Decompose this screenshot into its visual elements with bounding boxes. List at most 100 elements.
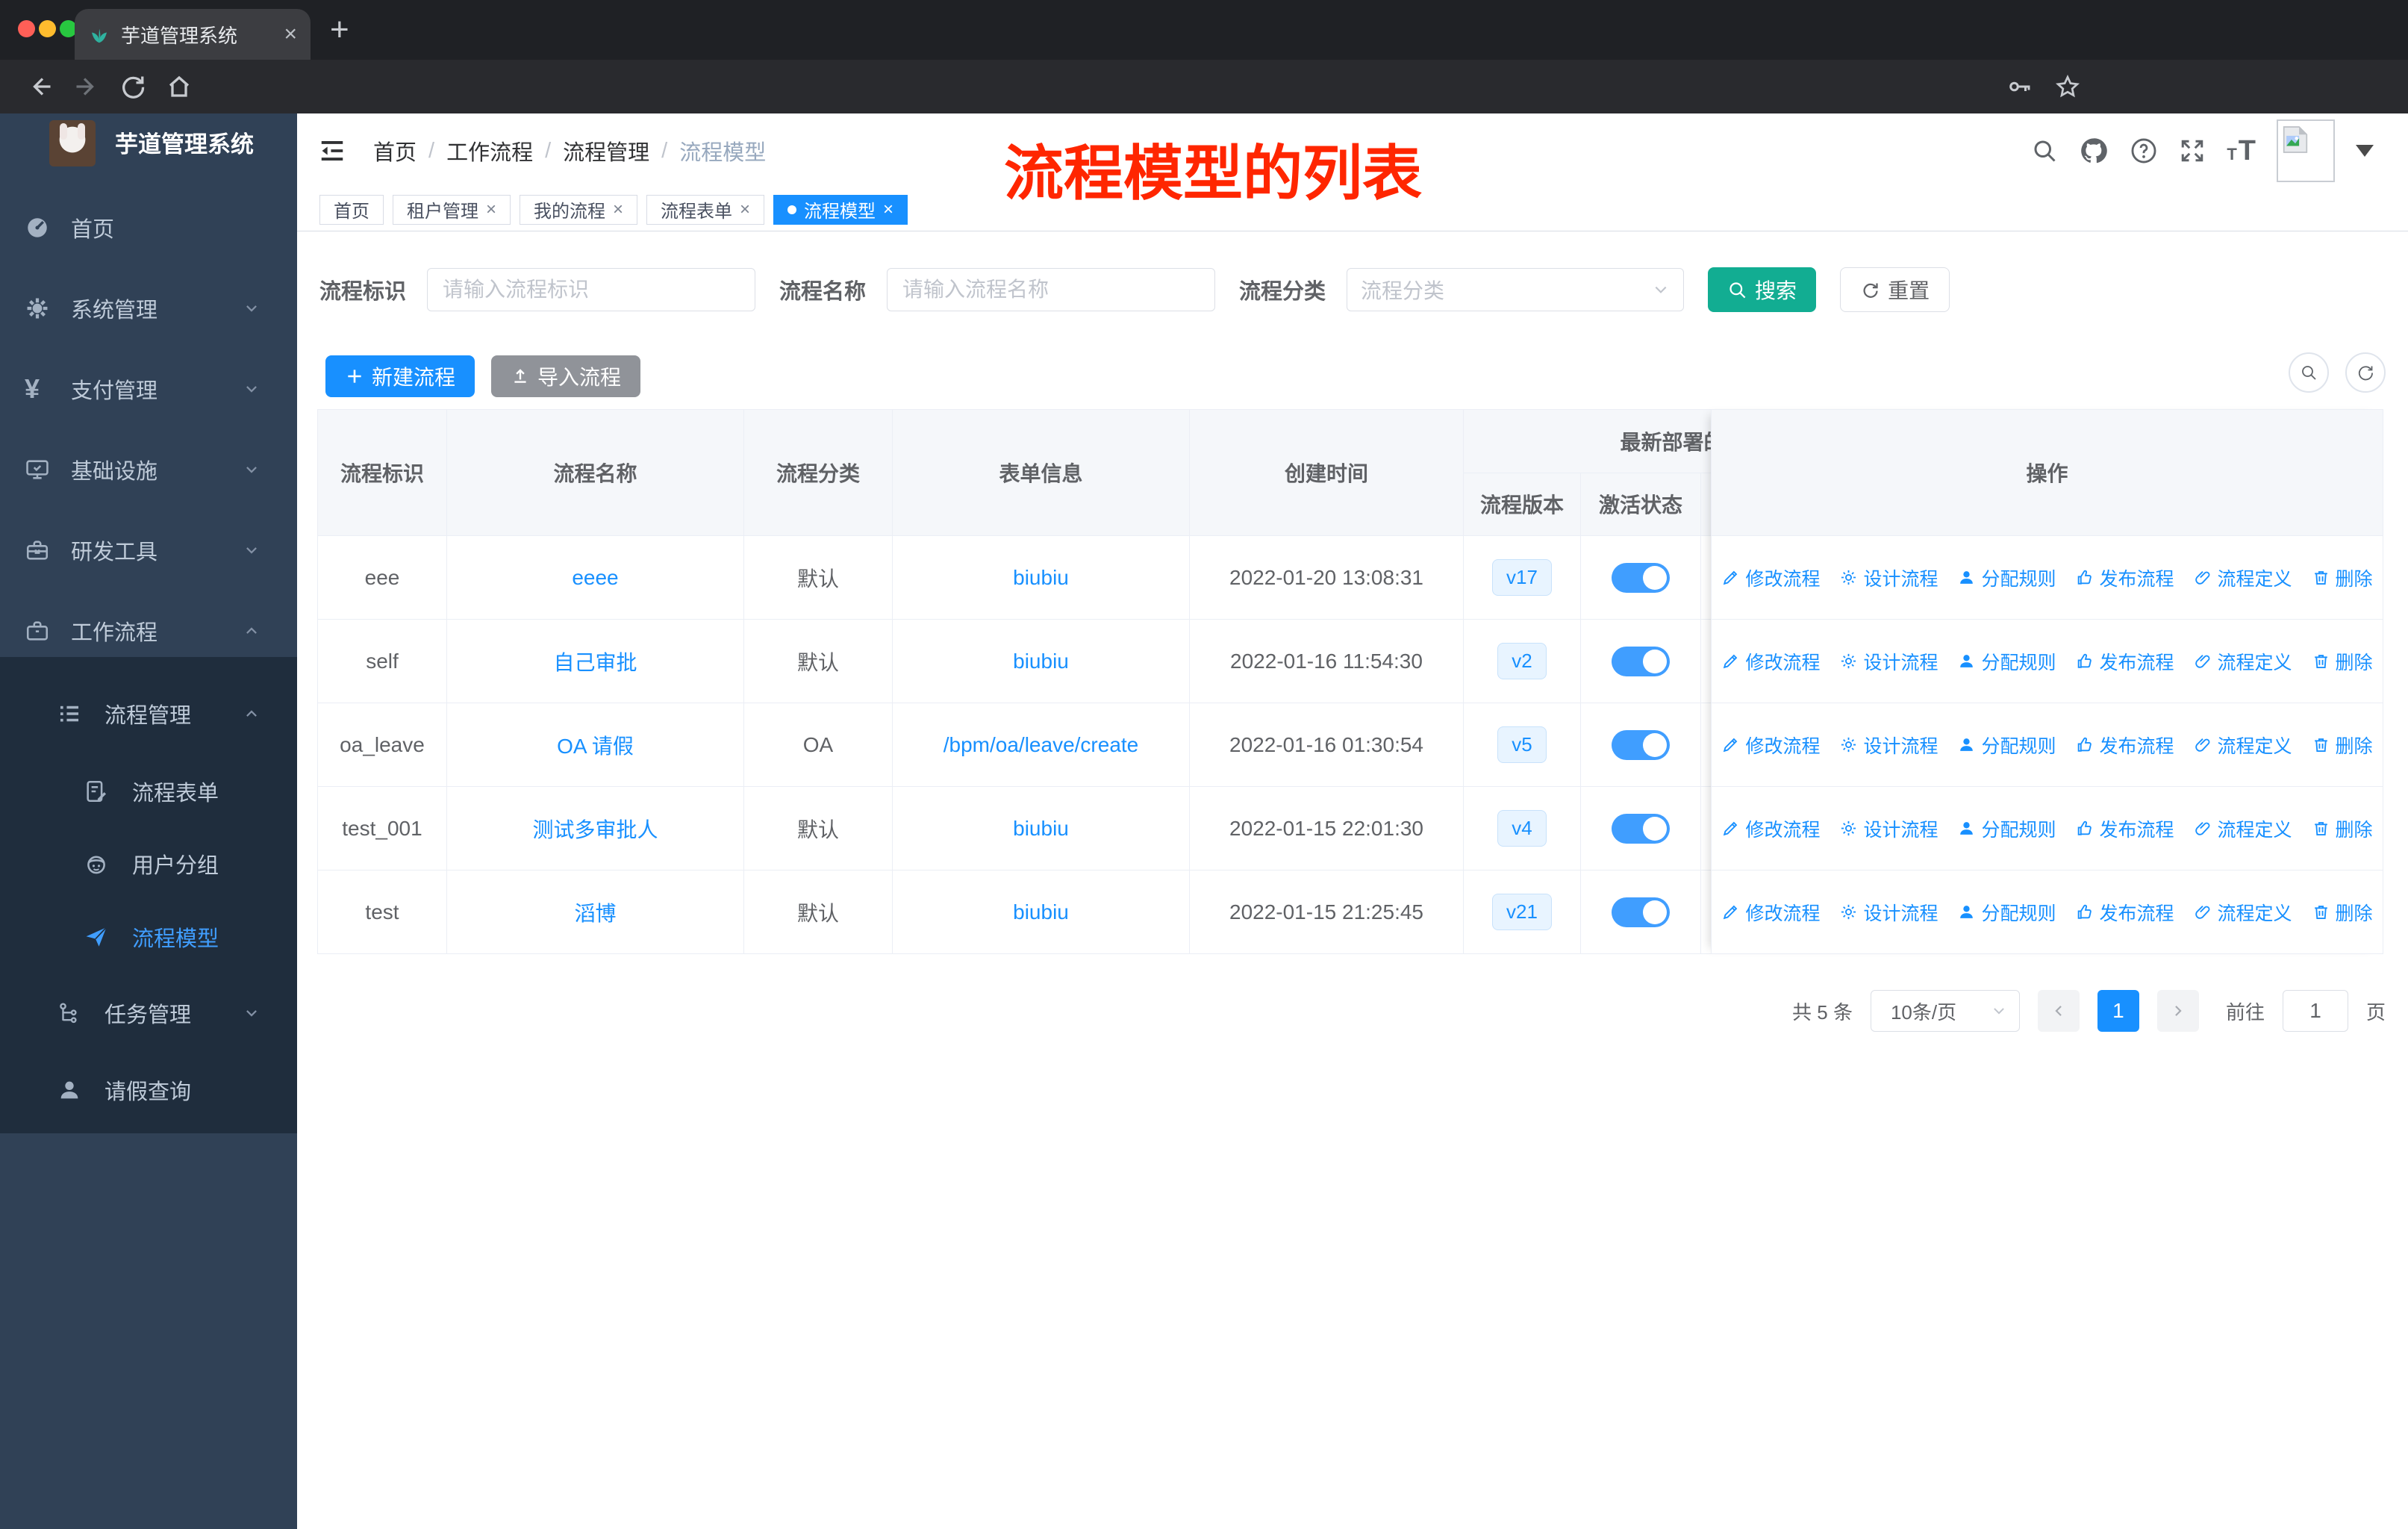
process-name-link[interactable]: eeee bbox=[572, 566, 618, 590]
publish-process-link[interactable]: 发布流程 bbox=[2076, 564, 2174, 591]
password-key-icon[interactable] bbox=[2006, 73, 2033, 100]
process-definition-link[interactable]: 流程定义 bbox=[2194, 732, 2292, 759]
toggle-search-button[interactable] bbox=[2289, 352, 2329, 393]
modify-process-link[interactable]: 修改流程 bbox=[1721, 732, 1820, 759]
sidebar-item-process-management[interactable]: 流程管理 bbox=[0, 676, 297, 751]
sidebar-item-user-group[interactable]: 用户分组 bbox=[0, 826, 297, 901]
process-name-link[interactable]: OA 请假 bbox=[557, 730, 634, 760]
process-definition-link[interactable]: 流程定义 bbox=[2194, 564, 2292, 591]
bookmark-star-icon[interactable] bbox=[2054, 73, 2081, 100]
sidebar-collapse-icon[interactable] bbox=[318, 137, 346, 165]
breadcrumb-workflow[interactable]: 工作流程 bbox=[446, 135, 533, 166]
sidebar-item-infrastructure[interactable]: 基础设施 bbox=[0, 429, 297, 510]
search-button[interactable]: 搜索 bbox=[1708, 267, 1817, 312]
tag-process-form[interactable]: 流程表单 × bbox=[646, 194, 765, 225]
tag-home[interactable]: 首页 bbox=[319, 194, 384, 225]
logo-row[interactable]: 芋道管理系统 bbox=[0, 113, 297, 176]
design-process-link[interactable]: 设计流程 bbox=[1839, 648, 1938, 675]
browser-tab[interactable]: 芋道管理系统 × bbox=[75, 9, 311, 60]
window-close-button[interactable] bbox=[18, 20, 35, 37]
design-process-link[interactable]: 设计流程 bbox=[1839, 732, 1938, 759]
reset-button[interactable]: 重置 bbox=[1840, 267, 1950, 312]
tag-tenant[interactable]: 租户管理 × bbox=[393, 194, 511, 225]
reload-icon[interactable] bbox=[119, 73, 146, 100]
version-badge[interactable]: v2 bbox=[1497, 643, 1547, 679]
assign-rule-link[interactable]: 分配规则 bbox=[1957, 899, 2056, 926]
avatar-dropdown-caret-icon[interactable] bbox=[2356, 145, 2374, 157]
filter-key-input[interactable] bbox=[427, 268, 756, 311]
prev-page-button[interactable] bbox=[2037, 990, 2080, 1032]
create-process-button[interactable]: 新建流程 bbox=[325, 355, 475, 397]
publish-process-link[interactable]: 发布流程 bbox=[2076, 732, 2174, 759]
sidebar-item-workflow[interactable]: 工作流程 bbox=[0, 591, 297, 671]
tag-process-model-active[interactable]: 流程模型 × bbox=[773, 194, 908, 225]
font-size-icon[interactable]: T T bbox=[2227, 137, 2256, 165]
next-page-button[interactable] bbox=[2156, 990, 2199, 1032]
tab-close-icon[interactable]: × bbox=[284, 23, 297, 46]
process-definition-link[interactable]: 流程定义 bbox=[2194, 648, 2292, 675]
fullscreen-icon[interactable] bbox=[2179, 137, 2206, 164]
version-badge[interactable]: v5 bbox=[1497, 726, 1547, 763]
delete-link[interactable]: 删除 bbox=[2312, 648, 2373, 675]
process-name-link[interactable]: 自己审批 bbox=[553, 647, 637, 676]
sidebar-item-payment[interactable]: ¥ 支付管理 bbox=[0, 349, 297, 429]
form-info-link[interactable]: biubiu bbox=[1013, 650, 1069, 673]
active-status-toggle[interactable] bbox=[1612, 813, 1670, 844]
search-icon[interactable] bbox=[2031, 137, 2058, 164]
import-process-button[interactable]: 导入流程 bbox=[491, 355, 641, 397]
form-info-link[interactable]: /bpm/oa/leave/create bbox=[943, 733, 1139, 757]
tag-my-process[interactable]: 我的流程 × bbox=[520, 194, 638, 225]
breadcrumb-process-management[interactable]: 流程管理 bbox=[563, 135, 649, 166]
delete-link[interactable]: 删除 bbox=[2312, 732, 2373, 759]
design-process-link[interactable]: 设计流程 bbox=[1839, 899, 1938, 926]
sidebar-item-process-form[interactable]: 流程表单 bbox=[0, 754, 297, 829]
filter-category-select[interactable]: 流程分类 bbox=[1347, 268, 1685, 311]
publish-process-link[interactable]: 发布流程 bbox=[2076, 899, 2174, 926]
sidebar-item-task-management[interactable]: 任务管理 bbox=[0, 976, 297, 1050]
delete-link[interactable]: 删除 bbox=[2312, 564, 2373, 591]
tag-close-icon[interactable]: × bbox=[740, 199, 750, 220]
back-icon[interactable] bbox=[27, 73, 54, 100]
sidebar-item-dev-tools[interactable]: 研发工具 bbox=[0, 510, 297, 591]
home-icon[interactable] bbox=[166, 73, 193, 100]
sidebar-item-system[interactable]: 系统管理 bbox=[0, 268, 297, 349]
goto-page-input[interactable] bbox=[2282, 990, 2348, 1032]
assign-rule-link[interactable]: 分配规则 bbox=[1957, 815, 2056, 842]
process-definition-link[interactable]: 流程定义 bbox=[2194, 815, 2292, 842]
filter-name-input[interactable] bbox=[887, 268, 1216, 311]
modify-process-link[interactable]: 修改流程 bbox=[1721, 564, 1820, 591]
active-status-toggle[interactable] bbox=[1612, 729, 1670, 760]
tag-close-icon[interactable]: × bbox=[883, 199, 893, 220]
assign-rule-link[interactable]: 分配规则 bbox=[1957, 564, 2056, 591]
version-badge[interactable]: v4 bbox=[1497, 810, 1547, 847]
active-status-toggle[interactable] bbox=[1612, 646, 1670, 676]
window-minimize-button[interactable] bbox=[39, 20, 56, 37]
form-info-link[interactable]: biubiu bbox=[1013, 817, 1069, 841]
forward-icon[interactable] bbox=[73, 73, 100, 100]
sidebar-item-leave-query[interactable]: 请假查询 bbox=[0, 1053, 297, 1127]
sidebar-item-home[interactable]: 首页 bbox=[0, 187, 297, 268]
form-info-link[interactable]: biubiu bbox=[1013, 900, 1069, 924]
version-badge[interactable]: v17 bbox=[1492, 559, 1552, 596]
version-badge[interactable]: v21 bbox=[1492, 894, 1552, 930]
assign-rule-link[interactable]: 分配规则 bbox=[1957, 648, 2056, 675]
modify-process-link[interactable]: 修改流程 bbox=[1721, 815, 1820, 842]
sidebar-item-process-model-active[interactable]: 流程模型 bbox=[0, 900, 297, 974]
delete-link[interactable]: 删除 bbox=[2312, 899, 2373, 926]
github-icon[interactable] bbox=[2079, 136, 2109, 166]
assign-rule-link[interactable]: 分配规则 bbox=[1957, 732, 2056, 759]
publish-process-link[interactable]: 发布流程 bbox=[2076, 815, 2174, 842]
process-definition-link[interactable]: 流程定义 bbox=[2194, 899, 2292, 926]
tag-close-icon[interactable]: × bbox=[613, 199, 623, 220]
form-info-link[interactable]: biubiu bbox=[1013, 566, 1069, 590]
delete-link[interactable]: 删除 bbox=[2312, 815, 2373, 842]
design-process-link[interactable]: 设计流程 bbox=[1839, 564, 1938, 591]
process-name-link[interactable]: 测试多审批人 bbox=[532, 814, 658, 844]
page-size-select[interactable]: 10条/页 bbox=[1870, 990, 2020, 1032]
modify-process-link[interactable]: 修改流程 bbox=[1721, 899, 1820, 926]
process-name-link[interactable]: 滔博 bbox=[574, 897, 616, 927]
current-page-button[interactable]: 1 bbox=[2097, 990, 2139, 1032]
modify-process-link[interactable]: 修改流程 bbox=[1721, 648, 1820, 675]
new-tab-button[interactable]: + bbox=[330, 13, 349, 46]
help-icon[interactable] bbox=[2130, 137, 2158, 165]
